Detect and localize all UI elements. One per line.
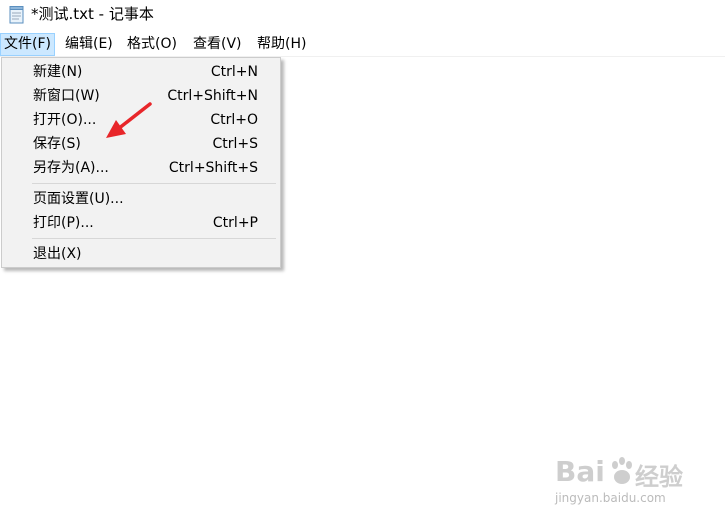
title-bar: *测试.txt - 记事本 — [0, 0, 725, 32]
menu-item-shortcut: Ctrl+N — [210, 64, 258, 80]
menu-item-shortcut: Ctrl+Shift+S — [168, 160, 258, 176]
watermark-url: jingyan.baidu.com — [555, 491, 666, 505]
menu-item-shortcut: Ctrl+S — [212, 136, 258, 152]
menu-item-shortcut: Ctrl+O — [210, 112, 258, 128]
menu-item-shortcut: Ctrl+Shift+N — [167, 88, 258, 104]
paw-logo-icon — [609, 457, 635, 487]
menu-item-exit[interactable]: 退出(X) — [2, 242, 280, 266]
menu-bar: 文件(F) 编辑(E) 格式(O) 查看(V) 帮助(H) — [0, 32, 725, 57]
menu-item-label: 打印(P)... — [33, 215, 94, 231]
menu-separator — [32, 238, 276, 239]
menu-item-label: 新窗口(W) — [33, 88, 100, 104]
menu-file[interactable]: 文件(F) — [0, 33, 55, 56]
menu-item-label: 页面设置(U)... — [33, 191, 124, 207]
menu-item-label: 退出(X) — [33, 246, 82, 262]
watermark-product: 经验 — [635, 463, 683, 491]
window-title: *测试.txt - 记事本 — [31, 5, 154, 23]
notepad-icon — [7, 5, 26, 24]
menu-separator — [32, 183, 276, 184]
baidu-watermark: Bai du 经验 jingyan.baidu.com — [555, 455, 695, 511]
menu-help[interactable]: 帮助(H) — [254, 33, 309, 56]
menu-format[interactable]: 格式(O) — [124, 33, 180, 56]
menu-view[interactable]: 查看(V) — [190, 33, 245, 56]
watermark-brand: Bai — [555, 455, 605, 488]
menu-edit[interactable]: 编辑(E) — [62, 33, 116, 56]
menu-item-shortcut: Ctrl+P — [212, 215, 258, 231]
menu-item-label: 保存(S) — [33, 136, 81, 152]
menu-item-label: 打开(O)... — [33, 112, 97, 128]
menu-item-new[interactable]: 新建(N) Ctrl+N — [2, 60, 280, 84]
menu-item-print[interactable]: 打印(P)... Ctrl+P — [2, 211, 280, 235]
menu-item-label: 另存为(A)... — [33, 160, 109, 176]
red-arrow-annotation-icon — [106, 102, 152, 138]
menu-item-label: 新建(N) — [33, 64, 83, 80]
menu-item-save-as[interactable]: 另存为(A)... Ctrl+Shift+S — [2, 156, 280, 180]
file-menu-dropdown: 新建(N) Ctrl+N 新窗口(W) Ctrl+Shift+N 打开(O)..… — [1, 57, 281, 268]
menu-item-page-setup[interactable]: 页面设置(U)... — [2, 187, 280, 211]
